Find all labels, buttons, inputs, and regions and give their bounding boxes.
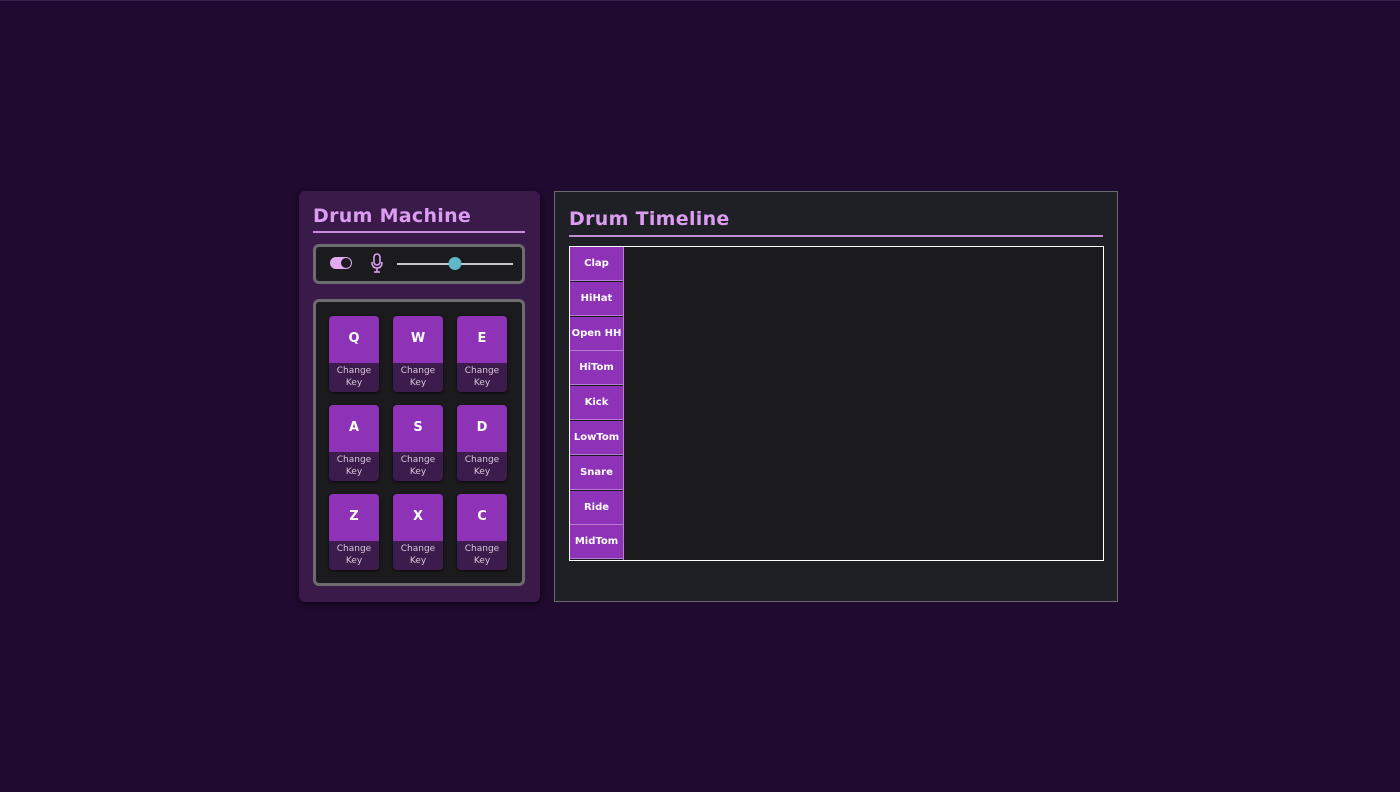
drum-pad-q[interactable]: Q Change Key — [329, 316, 379, 392]
pad-key-label[interactable]: S — [393, 405, 443, 452]
pad-key-label[interactable]: E — [457, 316, 507, 363]
track-label-midtom: MidTom — [570, 525, 623, 560]
pad-key-label[interactable]: C — [457, 494, 507, 541]
change-key-button[interactable]: Change Key — [329, 543, 379, 567]
pad-key-label[interactable]: D — [457, 405, 507, 452]
change-key-button[interactable]: Change Key — [457, 365, 507, 389]
drum-timeline-panel: Drum Timeline Clap HiHat Open HH HiTom Kick L… — [554, 191, 1118, 602]
change-key-button[interactable]: Change Key — [393, 365, 443, 389]
volume-slider-thumb[interactable] — [448, 257, 462, 270]
toggle-knob — [341, 258, 351, 268]
title-underline — [313, 231, 525, 233]
microphone-icon[interactable] — [370, 253, 384, 273]
change-key-button[interactable]: Change Key — [393, 454, 443, 478]
change-key-button[interactable]: Change Key — [329, 365, 379, 389]
power-toggle[interactable] — [330, 257, 352, 269]
drum-timeline-title: Drum Timeline — [569, 208, 730, 230]
volume-slider[interactable] — [397, 257, 513, 270]
top-border — [0, 0, 1400, 1]
track-label-hitom: HiTom — [570, 351, 623, 386]
pads-grid: Q Change Key W Change Key E Change Key A Change… — [313, 299, 525, 586]
pad-key-label[interactable]: X — [393, 494, 443, 541]
drum-pad-c[interactable]: C Change Key — [457, 494, 507, 570]
drum-pad-d[interactable]: D Change Key — [457, 405, 507, 481]
pad-key-label[interactable]: Z — [329, 494, 379, 541]
pad-key-label[interactable]: Q — [329, 316, 379, 363]
change-key-button[interactable]: Change Key — [457, 454, 507, 478]
pad-key-label[interactable]: A — [329, 405, 379, 452]
controls-bar — [313, 244, 525, 284]
track-label-open-hh: Open HH — [570, 316, 623, 351]
track-label-divider — [623, 247, 624, 560]
drum-pad-a[interactable]: A Change Key — [329, 405, 379, 481]
timeline-track-area[interactable]: Clap HiHat Open HH HiTom Kick LowTom Snare Ride… — [569, 246, 1104, 561]
drum-pad-s[interactable]: S Change Key — [393, 405, 443, 481]
drum-pad-w[interactable]: W Change Key — [393, 316, 443, 392]
track-label-kick: Kick — [570, 386, 623, 421]
drum-pad-z[interactable]: Z Change Key — [329, 494, 379, 570]
change-key-button[interactable]: Change Key — [329, 454, 379, 478]
track-label-snare: Snare — [570, 455, 623, 490]
change-key-button[interactable]: Change Key — [393, 543, 443, 567]
change-key-button[interactable]: Change Key — [457, 543, 507, 567]
track-label-lowtom: LowTom — [570, 421, 623, 455]
drum-pad-x[interactable]: X Change Key — [393, 494, 443, 570]
pad-key-label[interactable]: W — [393, 316, 443, 363]
drum-machine-title: Drum Machine — [313, 205, 472, 227]
drum-pad-e[interactable]: E Change Key — [457, 316, 507, 392]
track-label-ride: Ride — [570, 490, 623, 525]
title-underline — [569, 235, 1103, 237]
track-label-clap: Clap — [570, 247, 623, 281]
track-label-hihat: HiHat — [570, 281, 623, 316]
drum-machine-panel: Drum Machine Q Change Key W Change Key E Chan… — [299, 191, 540, 602]
